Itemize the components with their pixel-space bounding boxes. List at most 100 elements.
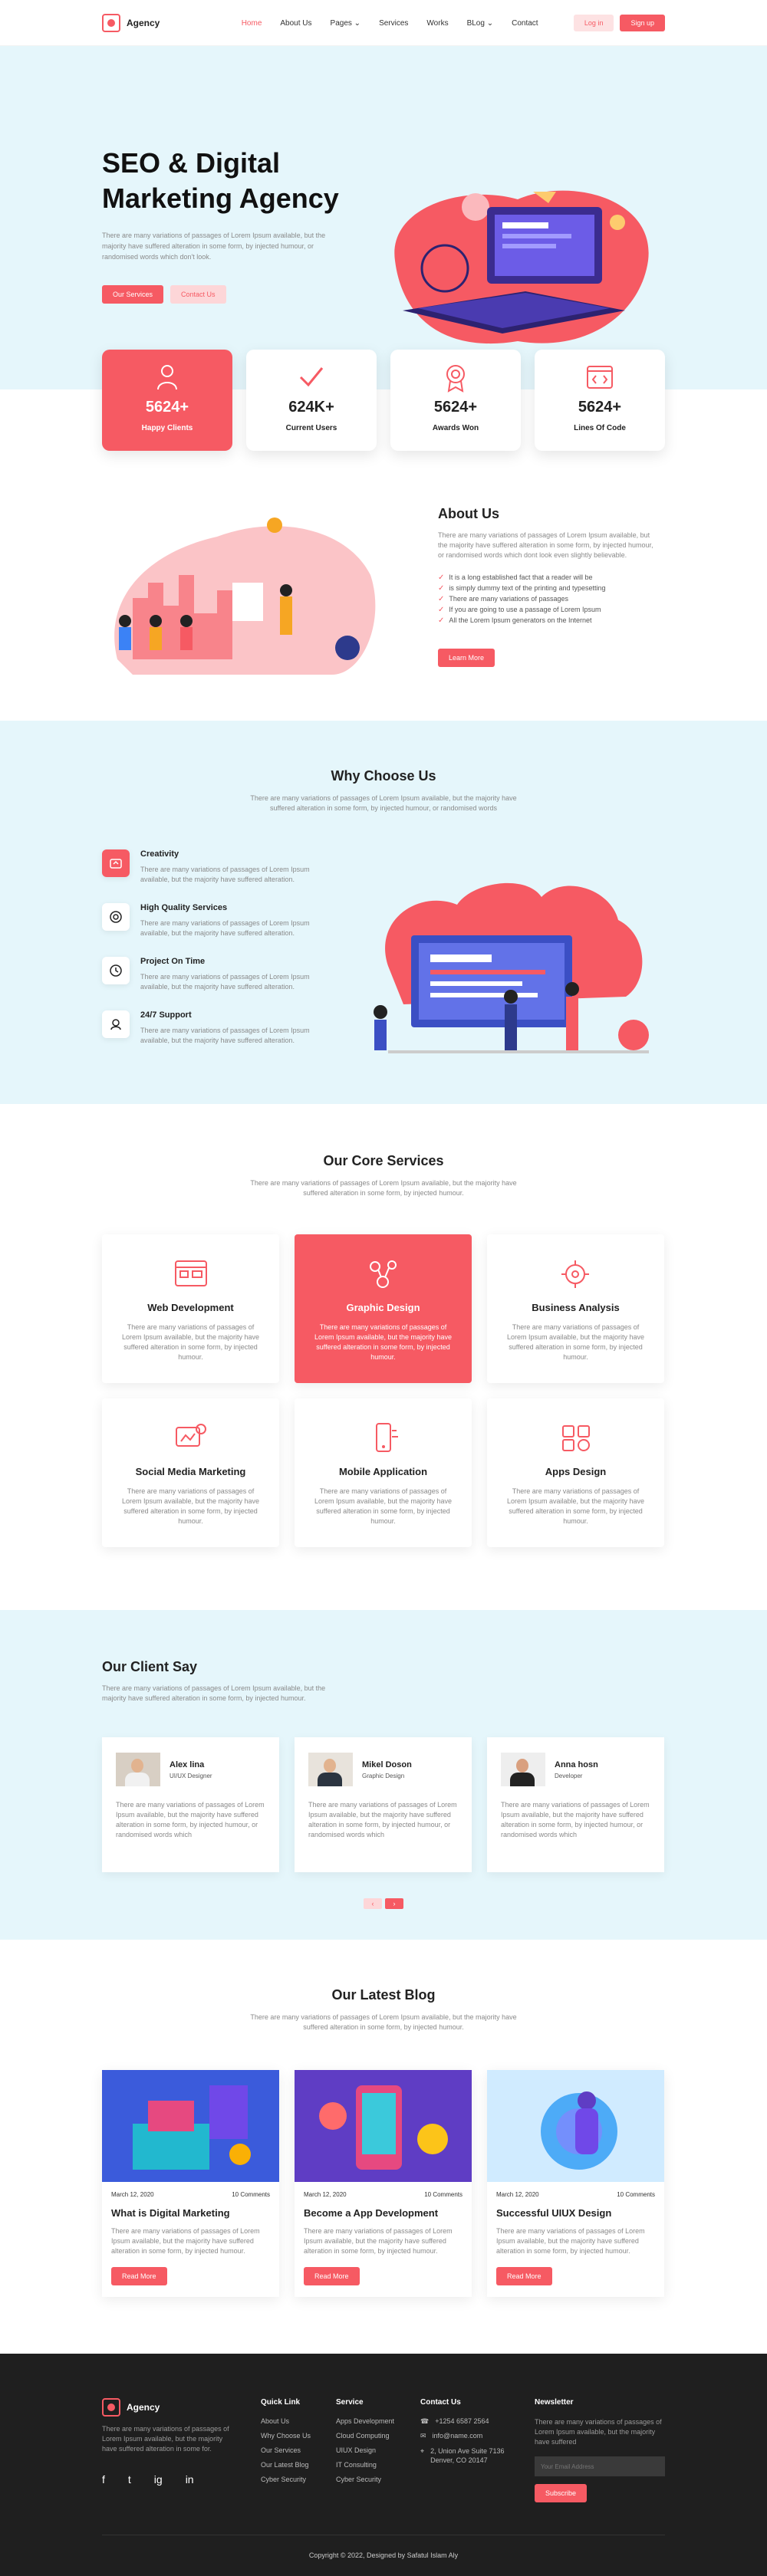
- login-button[interactable]: Log in: [573, 15, 614, 31]
- main-nav: Home About Us Pages ⌄ Services Works BLo…: [196, 19, 538, 28]
- why-choose-section: Why Choose Us There are many variations …: [0, 721, 767, 1104]
- feature-item: High Quality Services There are many vari…: [102, 903, 332, 938]
- web-development-icon: [102, 1256, 279, 1293]
- stat-value: 624K+: [288, 399, 334, 416]
- column-title: Service: [336, 2398, 364, 2407]
- newsletter-email-input[interactable]: [535, 2456, 665, 2476]
- post-title[interactable]: Become a App Development: [295, 2198, 472, 2219]
- feature-title: 24/7 Support: [140, 1010, 192, 1020]
- contact-email: ✉ info@name.com: [420, 2432, 512, 2446]
- code-icon: [535, 360, 665, 394]
- nav-pages[interactable]: Pages ⌄: [331, 19, 361, 28]
- hero-section: SEO & Digital Marketing Agency There are …: [0, 46, 767, 389]
- testimonial-text: There are many variations of passages of…: [308, 1801, 457, 1838]
- column-title: Contact Us: [420, 2398, 461, 2407]
- nav-contact[interactable]: Contact: [512, 19, 538, 28]
- service-card[interactable]: Mobile Application There are many variat…: [295, 1398, 472, 1547]
- nav-works[interactable]: Works: [426, 19, 448, 28]
- mobile-icon: [295, 1420, 472, 1457]
- footer-link[interactable]: Our Services: [261, 2446, 311, 2461]
- stat-label: Current Users: [285, 424, 337, 432]
- footer-about: There are many variations of passages of…: [102, 2425, 229, 2453]
- service-title: Graphic Design: [346, 1302, 420, 1313]
- post-comments[interactable]: 10 Comments: [424, 2191, 463, 2198]
- footer-logo[interactable]: Agency: [102, 2398, 160, 2417]
- business-analysis-icon: [487, 1256, 664, 1293]
- check-icon: ✓: [438, 594, 445, 603]
- post-comments[interactable]: 10 Comments: [232, 2191, 270, 2198]
- client-role: Graphic Design: [362, 1772, 405, 1779]
- post-title[interactable]: What is Digital Marketing: [102, 2198, 279, 2219]
- nav-home[interactable]: Home: [242, 19, 262, 28]
- contact-address: ⌖ 2, Union Ave Suite 7136 Denver, CO 2014…: [420, 2446, 512, 2465]
- footer-link[interactable]: Our Latest Blog: [261, 2461, 311, 2476]
- blog-card: March 12, 2020 10 Comments Become a App D…: [295, 2070, 472, 2297]
- footer-link[interactable]: UIUX Design: [336, 2446, 394, 2461]
- twitter-icon[interactable]: t: [128, 2473, 131, 2486]
- learn-more-button[interactable]: Learn More: [438, 649, 495, 667]
- footer-link[interactable]: Apps Development: [336, 2417, 394, 2432]
- blog-card: March 12, 2020 10 Comments Successful UIU…: [487, 2070, 664, 2297]
- footer-link[interactable]: Cloud Computing: [336, 2432, 394, 2446]
- award-icon: [390, 360, 521, 394]
- post-title[interactable]: Successful UIUX Design: [487, 2198, 664, 2219]
- linkedin-icon[interactable]: in: [186, 2473, 194, 2486]
- footer-link[interactable]: Why Choose Us: [261, 2432, 311, 2446]
- logo[interactable]: Agency: [102, 14, 160, 32]
- footer-link[interactable]: IT Consulting: [336, 2461, 394, 2476]
- nav-about[interactable]: About Us: [280, 19, 311, 28]
- service-text: There are many variations of passages of…: [314, 1487, 453, 1525]
- service-title: Mobile Application: [338, 1466, 428, 1477]
- service-card[interactable]: Social Media Marketing There are many va…: [102, 1398, 279, 1547]
- about-section: About Us There are many variations of pa…: [0, 475, 767, 721]
- prev-arrow-button[interactable]: ‹: [364, 1898, 382, 1909]
- site-header: Agency Home About Us Pages ⌄ Services Wo…: [0, 0, 767, 46]
- footer-link[interactable]: About Us: [261, 2417, 311, 2432]
- about-illustration: [114, 518, 376, 675]
- user-icon: [102, 360, 232, 394]
- column-title: Newsletter: [535, 2398, 574, 2407]
- hero-subtitle: There are many variations of passages of…: [102, 232, 326, 261]
- facebook-icon[interactable]: f: [102, 2473, 105, 2486]
- nav-blog[interactable]: BLog ⌄: [467, 19, 494, 28]
- contact-us-button[interactable]: Contact Us: [170, 285, 226, 304]
- quick-links-column: Quick Link About Us Why Choose Us Our Se…: [261, 2398, 311, 2490]
- service-title: Web Development: [147, 1302, 234, 1313]
- blog-title: Our Latest Blog: [331, 1987, 436, 2003]
- stat-card: 5624+ Happy Clients: [102, 350, 232, 451]
- nav-services[interactable]: Services: [379, 19, 408, 28]
- signup-button[interactable]: Sign up: [620, 15, 665, 31]
- feature-title: Creativity: [140, 849, 179, 859]
- footer-link[interactable]: Cyber Security: [261, 2476, 311, 2490]
- service-card[interactable]: Graphic Design There are many variations…: [295, 1234, 472, 1383]
- service-card[interactable]: Business Analysis There are many variati…: [487, 1234, 664, 1383]
- clients-title: Our Client Say: [102, 1659, 198, 1674]
- graphic-design-icon: [295, 1256, 472, 1293]
- feature-title: Project On Time: [140, 957, 206, 966]
- subscribe-button[interactable]: Subscribe: [535, 2484, 588, 2502]
- service-text: There are many variations of passages of…: [506, 1323, 645, 1361]
- footer-link[interactable]: Cyber Security: [336, 2476, 394, 2490]
- service-text: There are many variations of passages of…: [121, 1487, 260, 1525]
- service-card[interactable]: Apps Design There are many variations of…: [487, 1398, 664, 1547]
- post-comments[interactable]: 10 Comments: [617, 2191, 655, 2198]
- service-card[interactable]: Web Development There are many variation…: [102, 1234, 279, 1383]
- next-arrow-button[interactable]: ›: [385, 1898, 403, 1909]
- phone-text: +1254 6587 2564: [435, 2417, 489, 2425]
- read-more-button[interactable]: Read More: [304, 2267, 360, 2285]
- check-icon: ✓: [438, 573, 445, 582]
- read-more-button[interactable]: Read More: [111, 2267, 167, 2285]
- nav-blog-label: BLog: [466, 18, 485, 28]
- avatar: [116, 1753, 160, 1786]
- hero-title: SEO & Digital Marketing Agency: [102, 146, 355, 216]
- why-title: Why Choose Us: [331, 768, 436, 784]
- blog-list: March 12, 2020 10 Comments What is Digita…: [102, 2070, 664, 2297]
- stats-row: 5624+ Happy Clients 624K+ Current Users …: [102, 350, 665, 451]
- target-icon: [102, 903, 130, 931]
- our-services-button[interactable]: Our Services: [102, 285, 164, 304]
- social-links: f t ig in: [102, 2473, 194, 2486]
- nav-pages-label: Pages: [330, 18, 352, 28]
- read-more-button[interactable]: Read More: [496, 2267, 552, 2285]
- blog-image: [487, 2070, 664, 2182]
- instagram-icon[interactable]: ig: [154, 2473, 163, 2486]
